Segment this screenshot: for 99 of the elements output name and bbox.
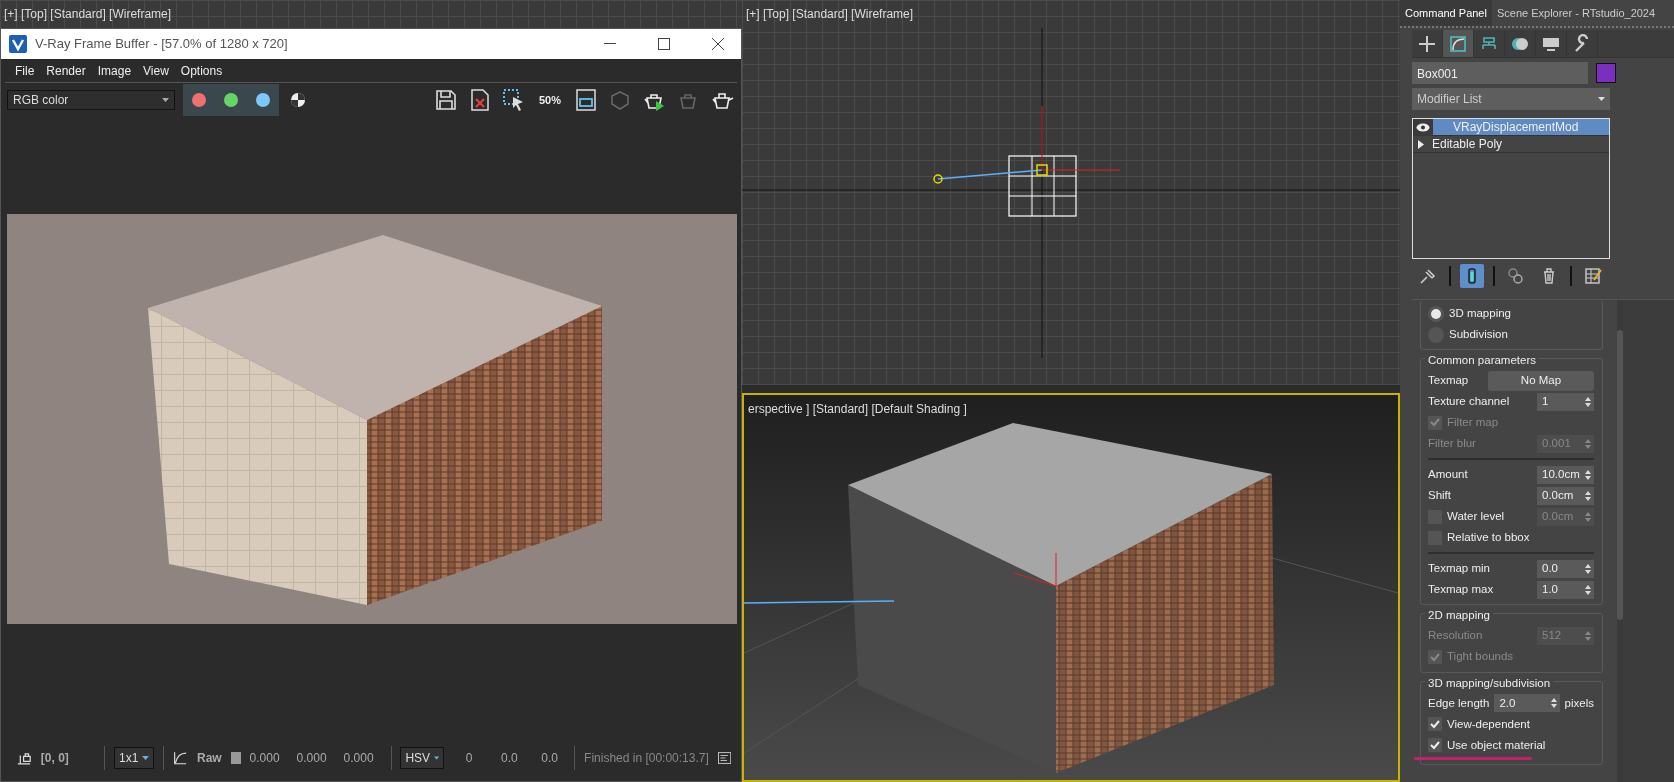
checkbox[interactable]	[1428, 717, 1442, 732]
field-label: Shift	[1428, 488, 1452, 504]
hsv-value: 0.0	[499, 750, 519, 767]
modifier-stack-item[interactable]: Editable Poly	[1413, 136, 1609, 153]
color-space-dropdown[interactable]: HSV	[400, 747, 445, 769]
object-color-swatch[interactable]	[1596, 63, 1616, 83]
history-icon[interactable]	[717, 751, 731, 765]
spinner-arrows-icon	[1585, 584, 1591, 595]
object-name-field[interactable]: Box001	[1412, 62, 1588, 84]
spinner-arrows-icon	[1585, 490, 1591, 501]
save-icon[interactable]	[434, 88, 458, 112]
spinner-field[interactable]: 1.0	[1537, 580, 1594, 599]
perspective-viewport[interactable]: erspective ] [Standard] [Default Shading ]	[742, 393, 1400, 782]
caret-icon	[1598, 97, 1605, 101]
color-dot-icon	[192, 93, 206, 107]
menu-item[interactable]: Options	[174, 61, 229, 80]
spinner-arrows-icon	[1550, 698, 1557, 709]
spinner-field[interactable]: 2.0	[1494, 694, 1560, 713]
channel-dropdown[interactable]: RGB color	[7, 90, 175, 110]
checkbox[interactable]	[1428, 738, 1442, 753]
rgb-value: 0.000	[296, 750, 328, 767]
spinner-field[interactable]: 10.0cm	[1537, 465, 1594, 484]
zoom-button[interactable]: 50%	[533, 85, 567, 115]
checkbox-label: Water level	[1447, 509, 1506, 525]
caret-icon	[142, 756, 150, 760]
field-label: Texmap min	[1428, 561, 1491, 577]
status-message: Finished in [00:00:13.7]	[584, 750, 709, 767]
checkbox-label: Use object material	[1447, 737, 1547, 753]
pin-stack-icon	[1418, 266, 1438, 286]
radio-dot-icon	[1431, 308, 1441, 319]
curve-icon	[173, 749, 188, 767]
caret-icon	[434, 756, 440, 760]
unit-label: pixels	[1564, 695, 1594, 711]
spinner-field[interactable]: 0.0cm	[1537, 486, 1594, 505]
rgb-value: 0.000	[343, 750, 375, 767]
cube-icon[interactable]	[608, 88, 632, 112]
panel-tab[interactable]: Command Panel	[1400, 0, 1492, 26]
spinner-field: 0.0cm	[1537, 507, 1594, 526]
configure-sets-icon	[1583, 266, 1603, 286]
field-label: Filter blur	[1428, 436, 1477, 452]
radio-label: 3D mapping	[1449, 305, 1512, 321]
curve-frame-tab[interactable]	[1443, 30, 1474, 57]
spinner-field[interactable]: 0.0	[1537, 559, 1594, 578]
radio-button[interactable]	[1428, 305, 1444, 322]
color-dot-icon	[256, 93, 270, 107]
menu-item[interactable]: File	[9, 61, 41, 80]
spinner-arrows-icon	[1585, 631, 1591, 641]
modifier-list-dropdown[interactable]: Modifier List	[1412, 88, 1610, 110]
rgb-value: 0.000	[249, 750, 281, 767]
menu-item[interactable]: Image	[91, 61, 138, 80]
spinner-field: 512	[1537, 627, 1594, 645]
viewport-label[interactable]: erspective ] [Standard] [Default Shading ]	[744, 395, 971, 423]
field-label: Resolution	[1428, 628, 1484, 644]
window-title: V-Ray Frame Buffer - [57.0% of 1280 x 720]	[35, 35, 289, 54]
checkbox-label: Relative to bbox	[1447, 530, 1531, 546]
checkmark-icon	[1430, 740, 1440, 750]
caret-icon	[162, 98, 169, 102]
show-end-result-button[interactable]	[1460, 264, 1484, 288]
sampling-dropdown[interactable]: 1x1	[114, 747, 155, 769]
checkbox-label: View-dependent	[1447, 716, 1531, 732]
coordinates-text: [0, 0]	[40, 750, 70, 767]
make-unique-icon	[1506, 266, 1526, 286]
maximize-icon[interactable]	[658, 38, 670, 50]
raw-label: Raw	[197, 750, 222, 767]
spinner-arrows-icon	[1585, 511, 1591, 522]
spinner-field: 0.001	[1537, 434, 1594, 453]
field-label: Texture channel	[1428, 394, 1511, 410]
spinner-arrows-icon	[1585, 469, 1591, 480]
spinner-arrows-icon	[1585, 563, 1591, 574]
clear-image-icon[interactable]	[468, 88, 492, 112]
plus-icon	[1417, 33, 1437, 54]
region-render-icon[interactable]	[574, 88, 598, 112]
checkbox-label: Tight bounds	[1447, 649, 1515, 665]
expand-triangle-icon	[1418, 139, 1424, 149]
field-label: Amount	[1428, 467, 1469, 483]
field-label: Texmap	[1428, 373, 1470, 389]
field-label: Texmap max	[1428, 582, 1495, 598]
eye-icon	[1416, 122, 1430, 132]
checkbox-label: Filter map	[1447, 415, 1500, 431]
menu-item[interactable]: Render	[40, 61, 92, 80]
viewport-label[interactable]: [+] [Top] [Standard] [Wireframe]	[742, 0, 918, 28]
hsv-value: 0.0	[540, 750, 559, 767]
alpha-channel-icon[interactable]	[290, 92, 306, 108]
spinner-field[interactable]: 1	[1537, 392, 1594, 411]
color-swatch	[230, 752, 241, 764]
checkmark-icon	[1430, 719, 1440, 729]
color-dot-icon	[224, 93, 238, 107]
texmap-button[interactable]: No Map	[1488, 370, 1594, 391]
menu-item[interactable]: View	[137, 61, 175, 80]
hsv-value: 0	[464, 750, 474, 767]
scrollbar-thumb[interactable]	[1617, 330, 1623, 620]
close-icon[interactable]	[712, 38, 724, 50]
spinner-arrows-icon	[1585, 396, 1591, 407]
spinner-arrows-icon	[1585, 438, 1591, 449]
curve-frame-icon	[1448, 33, 1468, 54]
minimize-icon[interactable]	[604, 43, 616, 45]
vray-logo-icon	[9, 35, 27, 53]
field-label: Edge length	[1428, 695, 1490, 711]
radio-label: Subdivision	[1449, 326, 1509, 342]
